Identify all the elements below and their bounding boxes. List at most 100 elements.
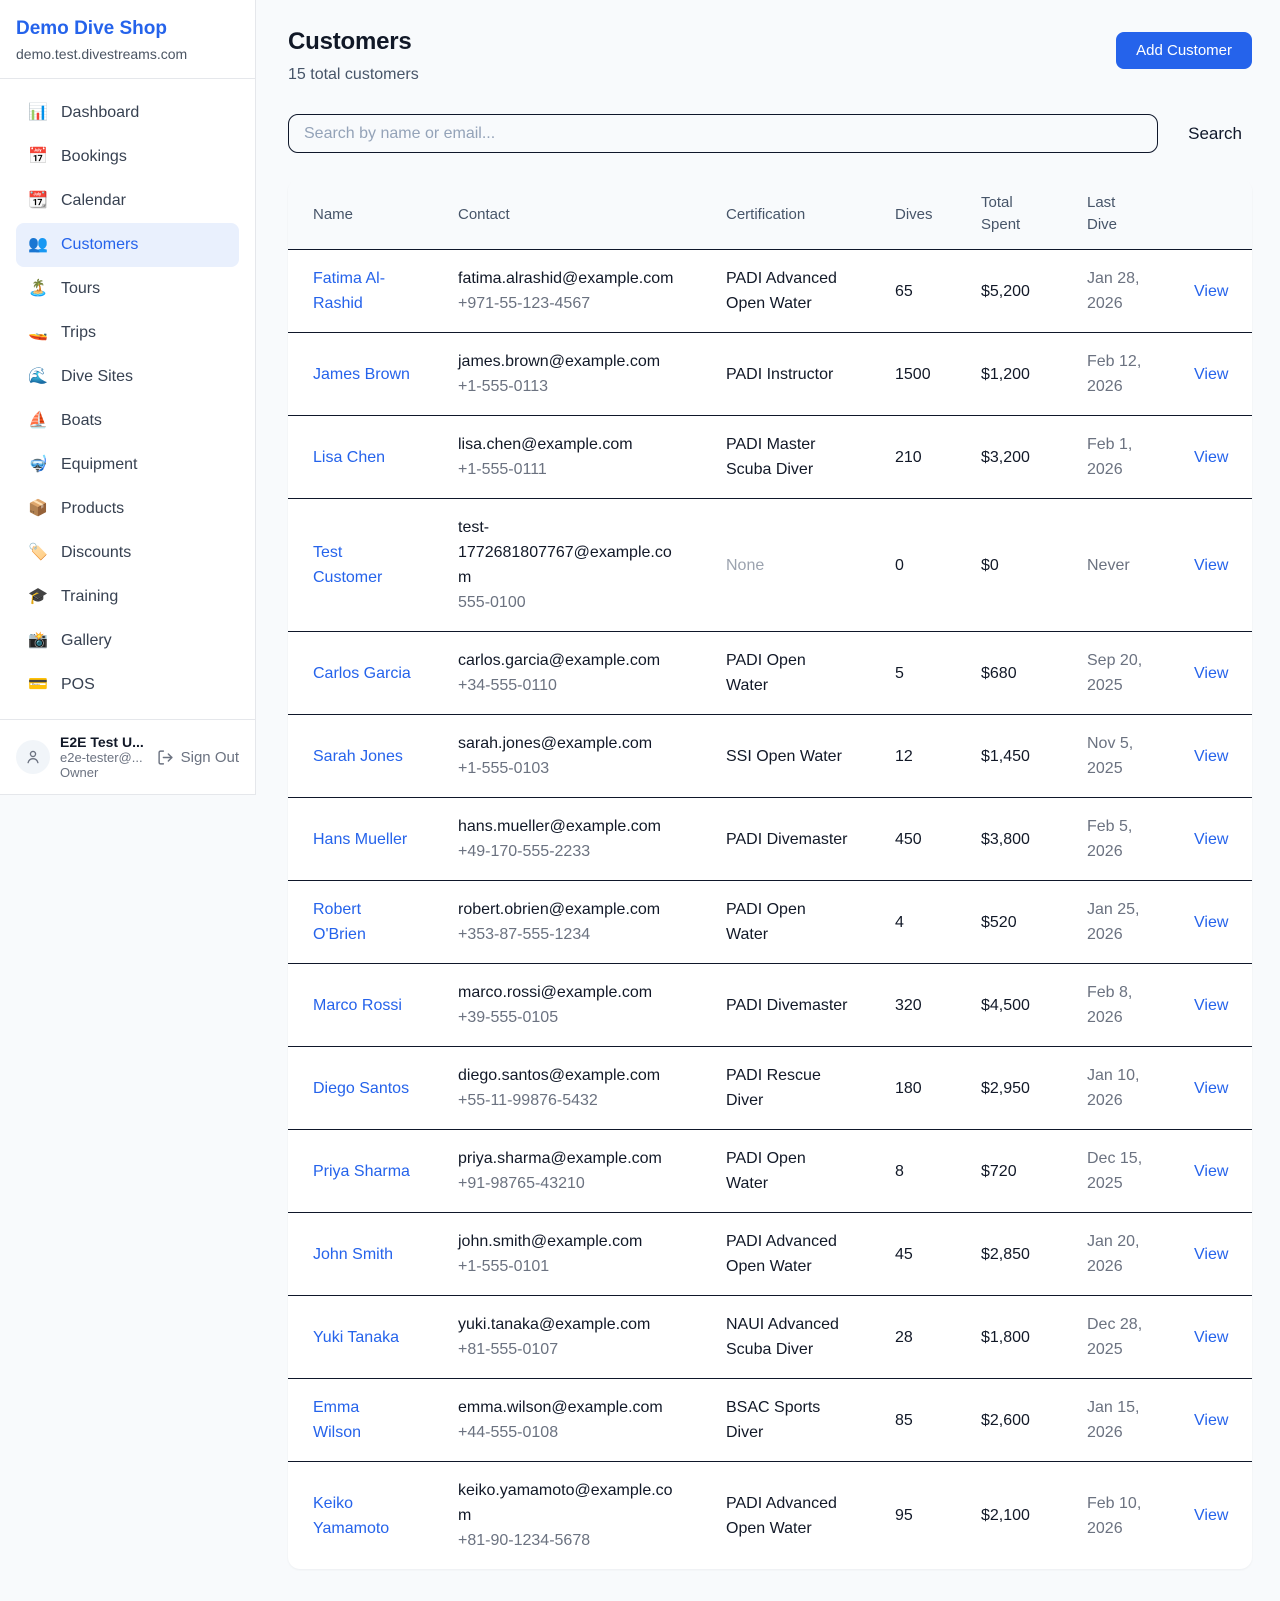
sidebar-item-label: POS: [61, 673, 95, 697]
customer-last-dive: Feb 5, 2026: [1062, 798, 1169, 881]
customer-name-link[interactable]: James Brown: [313, 366, 410, 383]
column-header-dives: Dives: [870, 179, 956, 250]
sidebar-item-calendar[interactable]: 📆 Calendar: [16, 179, 239, 223]
column-header-contact: Contact: [433, 179, 701, 250]
customer-dives: 65: [870, 250, 956, 333]
view-link[interactable]: View: [1194, 366, 1228, 383]
customer-total-spent: $2,600: [956, 1379, 1062, 1462]
column-header-name: Name: [288, 179, 433, 250]
customer-last-dive: Jan 10, 2026: [1062, 1047, 1169, 1130]
search-button[interactable]: Search: [1178, 124, 1252, 144]
sidebar-item-bookings[interactable]: 📅 Bookings: [16, 135, 239, 179]
column-header-last-dive: Last Dive: [1062, 179, 1169, 250]
customer-total-spent: $3,800: [956, 798, 1062, 881]
customer-phone: 555-0100: [458, 590, 681, 615]
table-row: Test Customer test-1772681807767@example…: [288, 499, 1252, 632]
tours-icon: 🏝️: [28, 277, 48, 301]
customer-name-link[interactable]: Carlos Garcia: [313, 665, 411, 682]
customer-phone: +1-555-0101: [458, 1254, 681, 1279]
table-row: Diego Santos diego.santos@example.com +5…: [288, 1047, 1252, 1130]
customer-last-dive: Dec 15, 2025: [1062, 1130, 1169, 1213]
sidebar: Demo Dive Shop demo.test.divestreams.com…: [0, 0, 256, 795]
view-link[interactable]: View: [1194, 748, 1228, 765]
customers-icon: 👥: [28, 233, 48, 257]
customer-total-spent: $1,800: [956, 1296, 1062, 1379]
customer-name-link[interactable]: John Smith: [313, 1246, 393, 1263]
sidebar-item-customers[interactable]: 👥 Customers: [16, 223, 239, 267]
customer-phone: +55-11-99876-5432: [458, 1088, 681, 1113]
sidebar-item-label: Trips: [61, 321, 96, 345]
view-link[interactable]: View: [1194, 1412, 1228, 1429]
sidebar-item-boats[interactable]: ⛵ Boats: [16, 399, 239, 443]
sidebar-item-training[interactable]: 🎓 Training: [16, 575, 239, 619]
customer-phone: +91-98765-43210: [458, 1171, 681, 1196]
customer-email: diego.santos@example.com: [458, 1063, 681, 1088]
table-row: James Brown james.brown@example.com +1-5…: [288, 333, 1252, 416]
customer-email: keiko.yamamoto@example.com: [458, 1478, 681, 1528]
view-link[interactable]: View: [1194, 557, 1228, 574]
column-header-actions: [1169, 179, 1252, 250]
view-link[interactable]: View: [1194, 1080, 1228, 1097]
table-header-row: NameContactCertificationDivesTotal Spent…: [288, 179, 1252, 250]
page-title: Customers: [288, 28, 419, 56]
sign-out-button[interactable]: Sign Out: [157, 749, 239, 766]
customer-name-link[interactable]: Emma Wilson: [313, 1399, 361, 1441]
sidebar-item-discounts[interactable]: 🏷️ Discounts: [16, 531, 239, 575]
sidebar-nav: 📊 Dashboard 📅 Bookings 📆 Calendar 👥 Cust…: [0, 79, 255, 719]
customer-name-link[interactable]: Test Customer: [313, 544, 382, 586]
customer-name-link[interactable]: Marco Rossi: [313, 997, 402, 1014]
sidebar-item-tours[interactable]: 🏝️ Tours: [16, 267, 239, 311]
customer-last-dive: Sep 20, 2025: [1062, 632, 1169, 715]
table-row: Keiko Yamamoto keiko.yamamoto@example.co…: [288, 1462, 1252, 1570]
customer-name-link[interactable]: Priya Sharma: [313, 1163, 410, 1180]
sidebar-item-label: Tours: [61, 277, 100, 301]
customer-name-link[interactable]: Fatima Al-Rashid: [313, 270, 385, 312]
customer-certification: NAUI Advanced Scuba Diver: [701, 1296, 870, 1379]
customer-email: fatima.alrashid@example.com: [458, 266, 681, 291]
customer-name-link[interactable]: Keiko Yamamoto: [313, 1495, 389, 1537]
view-link[interactable]: View: [1194, 449, 1228, 466]
customer-total-spent: $680: [956, 632, 1062, 715]
bookings-icon: 📅: [28, 145, 48, 169]
customer-name-link[interactable]: Hans Mueller: [313, 831, 407, 848]
view-link[interactable]: View: [1194, 1329, 1228, 1346]
view-link[interactable]: View: [1194, 1246, 1228, 1263]
customer-name-link[interactable]: Sarah Jones: [313, 748, 403, 765]
view-link[interactable]: View: [1194, 914, 1228, 931]
customer-dives: 180: [870, 1047, 956, 1130]
user-avatar-icon: [24, 748, 42, 766]
customer-name-link[interactable]: Lisa Chen: [313, 449, 385, 466]
equipment-icon: 🤿: [28, 453, 48, 477]
sidebar-item-dive-sites[interactable]: 🌊 Dive Sites: [16, 355, 239, 399]
customer-name-link[interactable]: Robert O'Brien: [313, 901, 366, 943]
table-row: Marco Rossi marco.rossi@example.com +39-…: [288, 964, 1252, 1047]
customers-table: NameContactCertificationDivesTotal Spent…: [288, 179, 1252, 1569]
view-link[interactable]: View: [1194, 1507, 1228, 1524]
sidebar-item-products[interactable]: 📦 Products: [16, 487, 239, 531]
sidebar-item-gallery[interactable]: 📸 Gallery: [16, 619, 239, 663]
sidebar-item-pos[interactable]: 💳 POS: [16, 663, 239, 707]
sidebar-item-dashboard[interactable]: 📊 Dashboard: [16, 91, 239, 135]
add-customer-button[interactable]: Add Customer: [1116, 32, 1252, 69]
search-input[interactable]: [288, 114, 1158, 153]
table-row: Fatima Al-Rashid fatima.alrashid@example…: [288, 250, 1252, 333]
customer-dives: 210: [870, 416, 956, 499]
sidebar-item-equipment[interactable]: 🤿 Equipment: [16, 443, 239, 487]
customer-dives: 28: [870, 1296, 956, 1379]
customer-email: john.smith@example.com: [458, 1229, 681, 1254]
view-link[interactable]: View: [1194, 665, 1228, 682]
customer-last-dive: Feb 8, 2026: [1062, 964, 1169, 1047]
sidebar-item-trips[interactable]: 🚤 Trips: [16, 311, 239, 355]
view-link[interactable]: View: [1194, 831, 1228, 848]
sign-out-label: Sign Out: [181, 749, 239, 766]
customer-phone: +81-555-0107: [458, 1337, 681, 1362]
customer-phone: +44-555-0108: [458, 1420, 681, 1445]
customer-name-link[interactable]: Diego Santos: [313, 1080, 409, 1097]
customer-last-dive: Jan 20, 2026: [1062, 1213, 1169, 1296]
customer-name-link[interactable]: Yuki Tanaka: [313, 1329, 399, 1346]
column-header-certification: Certification: [701, 179, 870, 250]
table-row: Hans Mueller hans.mueller@example.com +4…: [288, 798, 1252, 881]
view-link[interactable]: View: [1194, 283, 1228, 300]
view-link[interactable]: View: [1194, 1163, 1228, 1180]
view-link[interactable]: View: [1194, 997, 1228, 1014]
